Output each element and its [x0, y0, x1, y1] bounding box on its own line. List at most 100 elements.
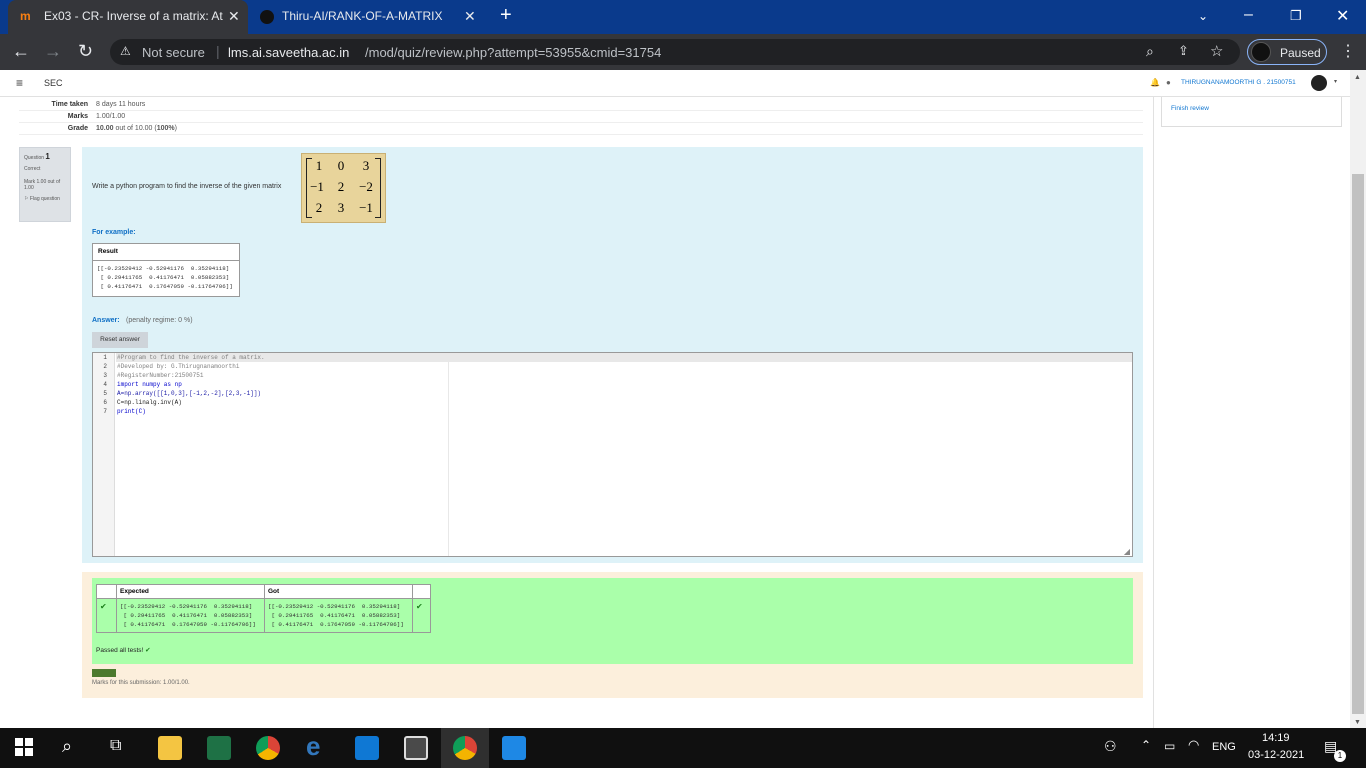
resize-handle-icon[interactable]: ◢	[1124, 547, 1130, 556]
paused-label: Paused	[1280, 46, 1321, 60]
language-indicator[interactable]: ENG	[1212, 741, 1236, 753]
profile-paused-button[interactable]: Paused	[1247, 39, 1327, 65]
battery-icon[interactable]: ▭	[1164, 739, 1175, 753]
table-row: ✔ [[-0.23529412 -0.52941176 0.35294118] …	[96, 598, 431, 633]
chat-icon[interactable]: ●	[1166, 78, 1171, 87]
tab-quiz-review[interactable]: m Ex03 - CR- Inverse of a matrix: At ✕	[8, 0, 248, 34]
active-line-highlight	[116, 353, 1132, 362]
grade-out-of: out of 10.00 (	[113, 125, 157, 132]
check-icon: ✔	[412, 598, 431, 633]
user-menu-name[interactable]: THIRUGNANAMOORTHI G . 21500751	[1181, 79, 1296, 86]
chrome-icon[interactable]	[256, 736, 280, 760]
edge-icon[interactable]: e	[306, 731, 330, 761]
summary-label: Marks	[19, 110, 93, 123]
passed-all-tests: Passed all tests! ✔	[96, 646, 151, 654]
reset-answer-button[interactable]: Reset answer	[92, 332, 148, 348]
line-number: 4	[103, 381, 107, 388]
wifi-icon[interactable]: ◠	[1188, 737, 1199, 753]
expected-line: [ 0.29411765 0.41176471 0.05882353]	[120, 612, 253, 619]
notification-count: 1	[1334, 750, 1346, 762]
caret-down-icon[interactable]: ▾	[1334, 78, 1337, 85]
correct-grade-bar	[92, 669, 116, 677]
scroll-down-icon[interactable]: ▼	[1354, 719, 1361, 726]
chrome-profile-icon[interactable]	[453, 736, 477, 760]
mail-icon[interactable]	[355, 736, 379, 760]
user-avatar[interactable]	[1311, 75, 1327, 91]
check-icon: ✔	[145, 647, 151, 654]
got-line: [ 0.29411765 0.41176471 0.05882353]	[268, 612, 401, 619]
tab-search-icon[interactable]: ⌄	[1198, 9, 1208, 23]
question-content: Write a python program to find the inver…	[82, 147, 1143, 563]
attempt-summary-table: Time taken 8 days 11 hours Marks 1.00/1.…	[19, 99, 1143, 135]
print-margin	[448, 353, 449, 556]
result-line: [ 0.29411765 0.41176471 0.05882353]	[97, 274, 230, 281]
windows-start-icon[interactable]	[15, 738, 33, 756]
expected-header: Expected	[116, 584, 265, 599]
tab-github[interactable]: Thiru-AI/RANK-OF-A-MATRIX ✕	[252, 0, 492, 34]
flag-question-link[interactable]: ⚐ Flag question	[24, 196, 66, 202]
tab-title: Ex03 - CR- Inverse of a matrix: At	[44, 9, 223, 23]
restore-icon[interactable]: ❐	[1290, 8, 1302, 24]
clock-date[interactable]: 03-12-2021	[1248, 749, 1304, 761]
line-number: 3	[103, 372, 107, 379]
grade-close: )	[174, 125, 177, 132]
line-number: 6	[103, 399, 107, 406]
warning-icon: ⚠	[120, 44, 131, 58]
search-icon[interactable]: ⌕	[62, 736, 72, 757]
code-line: #Program to find the inverse of a matrix…	[117, 354, 265, 361]
summary-row: Grade 10.00 out of 10.00 (100%)	[19, 122, 1143, 135]
expected-line: [[-0.23529412 -0.52941176 0.35294118]	[120, 603, 253, 610]
question-state: Correct	[24, 166, 41, 172]
line-number: 5	[103, 390, 107, 397]
minimize-icon[interactable]: –	[1244, 6, 1253, 24]
question-mark: Mark 1.00 out of 1.00	[24, 179, 61, 191]
result-line: [[-0.23529412 -0.52941176 0.35294118]	[97, 265, 230, 272]
excel-icon[interactable]	[207, 736, 231, 760]
zoom-icon[interactable]: ⌕	[1146, 43, 1154, 60]
code-editor[interactable]: 1 2 3 4 5 6 7 #Program to find the inver…	[92, 352, 1133, 557]
close-tab-icon[interactable]: ✕	[464, 8, 476, 25]
scroll-up-icon[interactable]: ▲	[1354, 74, 1361, 81]
code-line: import numpy as np	[117, 381, 182, 388]
reload-icon[interactable]: ↻	[78, 41, 93, 62]
task-view-icon[interactable]: ⧉	[110, 737, 121, 755]
feedback-area: Expected Got ✔ [[-0.23529412 -0.52941176…	[82, 572, 1143, 698]
address-bar[interactable]: ⚠ Not secure | lms.ai.saveetha.ac.in /mo…	[110, 39, 1240, 65]
menu-icon[interactable]: ≡	[16, 76, 23, 90]
page-scrollbar[interactable]: ▲ ▼	[1350, 70, 1366, 728]
browser-toolbar: ← → ↻ ⚠ Not secure | lms.ai.saveetha.ac.…	[0, 34, 1366, 70]
bookmark-star-icon[interactable]: ☆	[1210, 42, 1223, 60]
url-host: lms.ai.saveetha.ac.in	[228, 45, 350, 60]
forward-icon[interactable]: →	[44, 41, 62, 62]
line-number: 1	[103, 354, 107, 361]
scrollbar-thumb[interactable]	[1352, 174, 1364, 714]
table-header-row: Expected Got	[96, 584, 431, 599]
chevron-up-icon[interactable]: ⌃	[1141, 738, 1151, 752]
close-tab-icon[interactable]: ✕	[228, 8, 240, 25]
question-prefix: Question	[24, 155, 45, 161]
matrix-cell: −1	[359, 200, 373, 215]
people-icon[interactable]: ⚇	[1104, 738, 1117, 755]
test-results-table: Expected Got ✔ [[-0.23529412 -0.52941176…	[96, 584, 431, 633]
github-favicon-icon	[260, 10, 274, 24]
matrix-cell: 1	[315, 158, 323, 173]
back-icon[interactable]: ←	[12, 41, 30, 62]
share-icon[interactable]: ⇪	[1178, 43, 1189, 59]
clock-time[interactable]: 14:19	[1262, 732, 1290, 744]
chrome-menu-icon[interactable]: ⋮	[1340, 41, 1356, 61]
close-window-icon[interactable]: ✕	[1336, 6, 1349, 26]
store-icon[interactable]	[404, 736, 428, 760]
finish-review-link[interactable]: Finish review	[1171, 105, 1209, 112]
new-tab-button[interactable]: +	[500, 4, 512, 27]
quiz-navigation-block: Finish review	[1161, 97, 1342, 127]
vscode-icon[interactable]	[502, 736, 526, 760]
bell-icon[interactable]: 🔔	[1150, 78, 1160, 87]
code-line: print(C)	[117, 408, 146, 415]
matrix-cell: 2	[337, 179, 345, 194]
site-short-name[interactable]: SEC	[44, 78, 63, 88]
flag-question-label: Flag question	[29, 196, 60, 202]
marks-for-submission: Marks for this submission: 1.00/1.00.	[92, 680, 190, 686]
code-line: #RegisterNumber:21500751	[117, 372, 204, 379]
file-explorer-icon[interactable]	[158, 736, 182, 760]
matrix-cell: 0	[337, 158, 345, 173]
